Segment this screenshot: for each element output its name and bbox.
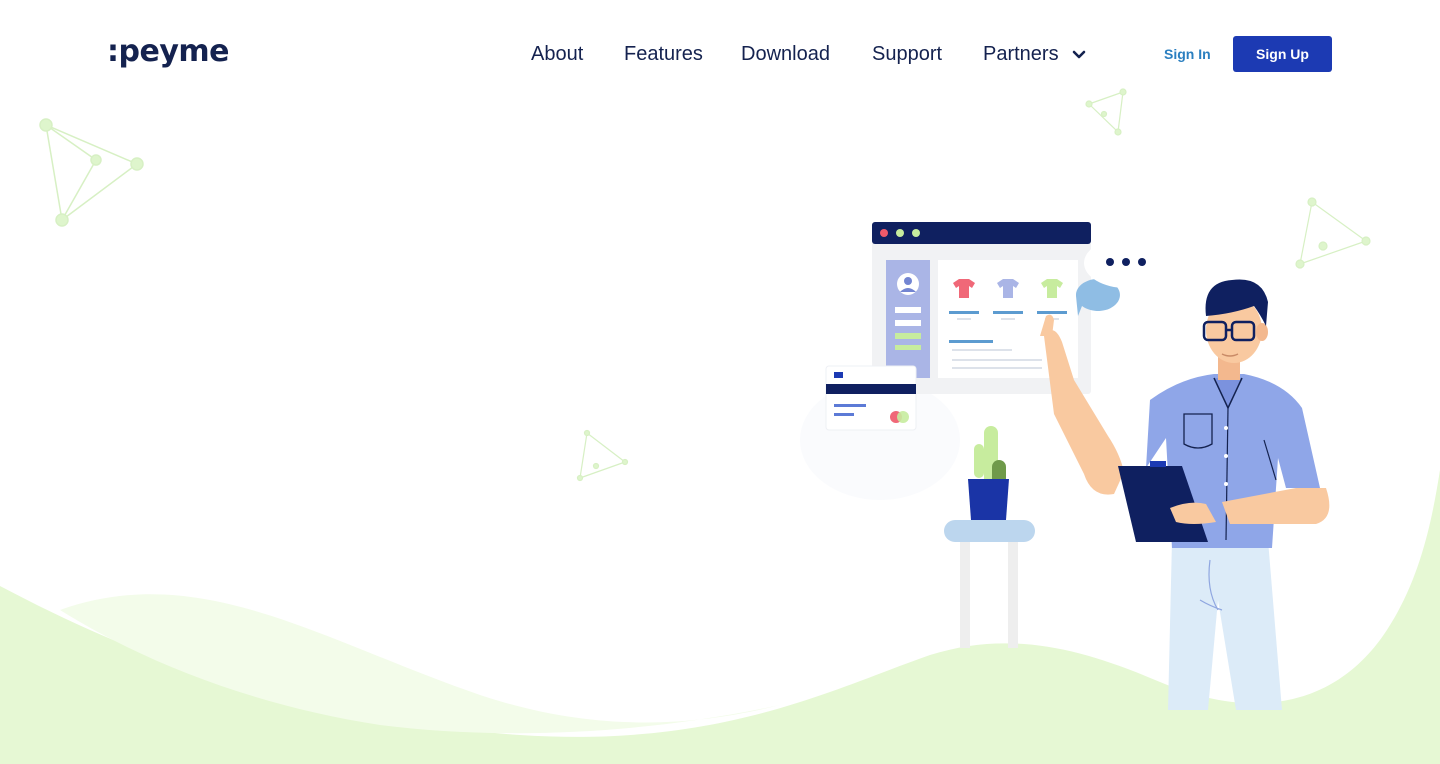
nav-partners-label: Partners: [983, 43, 1059, 65]
plant-stool: [944, 520, 1035, 648]
site-header: :peyme About Features Download Support P…: [0, 0, 1440, 108]
constellation-decoration-center: [576, 429, 629, 482]
chevron-down-icon: [1072, 50, 1086, 59]
sign-up-button[interactable]: Sign Up: [1233, 36, 1332, 72]
cactus-icon: [968, 426, 1009, 520]
constellation-decoration-left: [39, 118, 144, 227]
payment-card-icon: [825, 365, 917, 431]
sign-in-link[interactable]: Sign In: [1164, 42, 1211, 66]
nav-partners-dropdown[interactable]: Partners: [983, 38, 1086, 70]
nav-download-link[interactable]: Download: [741, 38, 830, 70]
peyme-logo[interactable]: :peyme: [107, 34, 229, 70]
nav-features-link[interactable]: Features: [624, 38, 703, 70]
hero-illustration: [800, 222, 1330, 710]
nav-about-link[interactable]: About: [531, 38, 583, 70]
nav-support-link[interactable]: Support: [872, 38, 942, 70]
